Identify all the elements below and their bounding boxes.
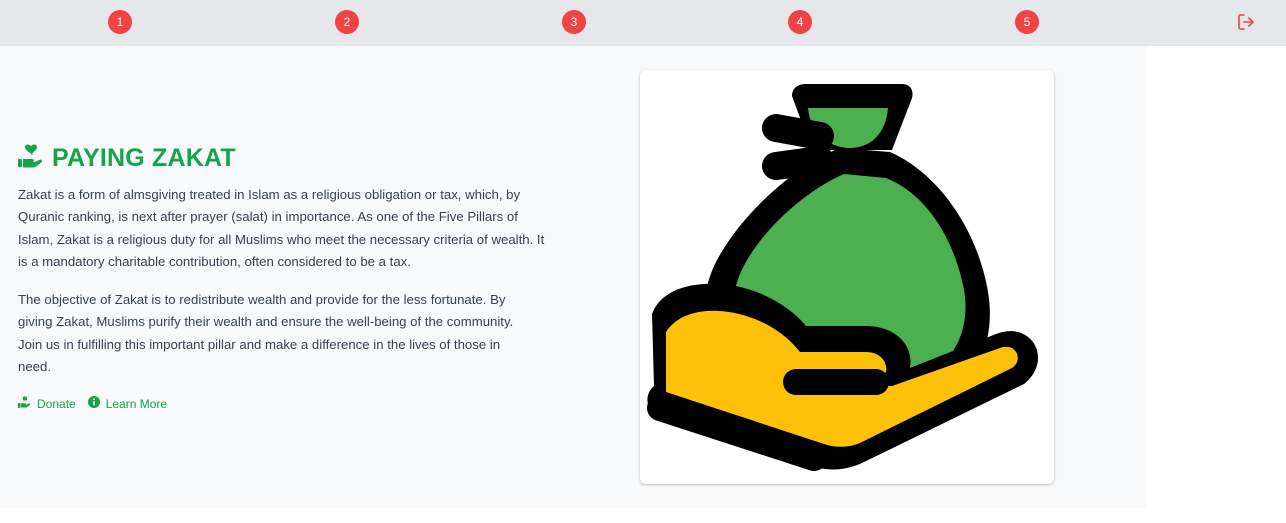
money-bag-on-hand-illustration	[647, 84, 1039, 471]
page-title: PAYING ZAKAT	[18, 143, 236, 173]
learn-more-button[interactable]: Learn More	[87, 396, 168, 411]
step-4-badge[interactable]: 4	[788, 10, 812, 34]
main-content: PAYING ZAKAT Zakat is a form of almsgivi…	[0, 46, 1147, 508]
donate-label: Donate	[37, 396, 76, 411]
step-1-badge[interactable]: 1	[108, 10, 132, 34]
info-circle-icon	[87, 396, 100, 411]
step-2-badge[interactable]: 2	[335, 10, 359, 34]
step-5-badge[interactable]: 5	[1015, 10, 1039, 34]
step-3-badge[interactable]: 3	[562, 10, 586, 34]
top-navigation-bar: 1 2 3 4 5	[0, 0, 1286, 46]
donate-button[interactable]: Donate	[18, 396, 76, 411]
action-links: Donate Learn More	[18, 396, 167, 411]
learn-more-label: Learn More	[105, 396, 168, 411]
illustration-card	[640, 70, 1054, 484]
hand-holding-heart-icon	[18, 144, 44, 173]
zakat-description-paragraph: Zakat is a form of almsgiving treated in…	[18, 187, 545, 270]
zakat-objective-paragraph: The objective of Zakat is to redistribut…	[18, 292, 514, 375]
logout-icon[interactable]	[1236, 12, 1256, 32]
page-title-text: PAYING ZAKAT	[52, 143, 236, 172]
hand-holding-icon	[18, 396, 31, 411]
